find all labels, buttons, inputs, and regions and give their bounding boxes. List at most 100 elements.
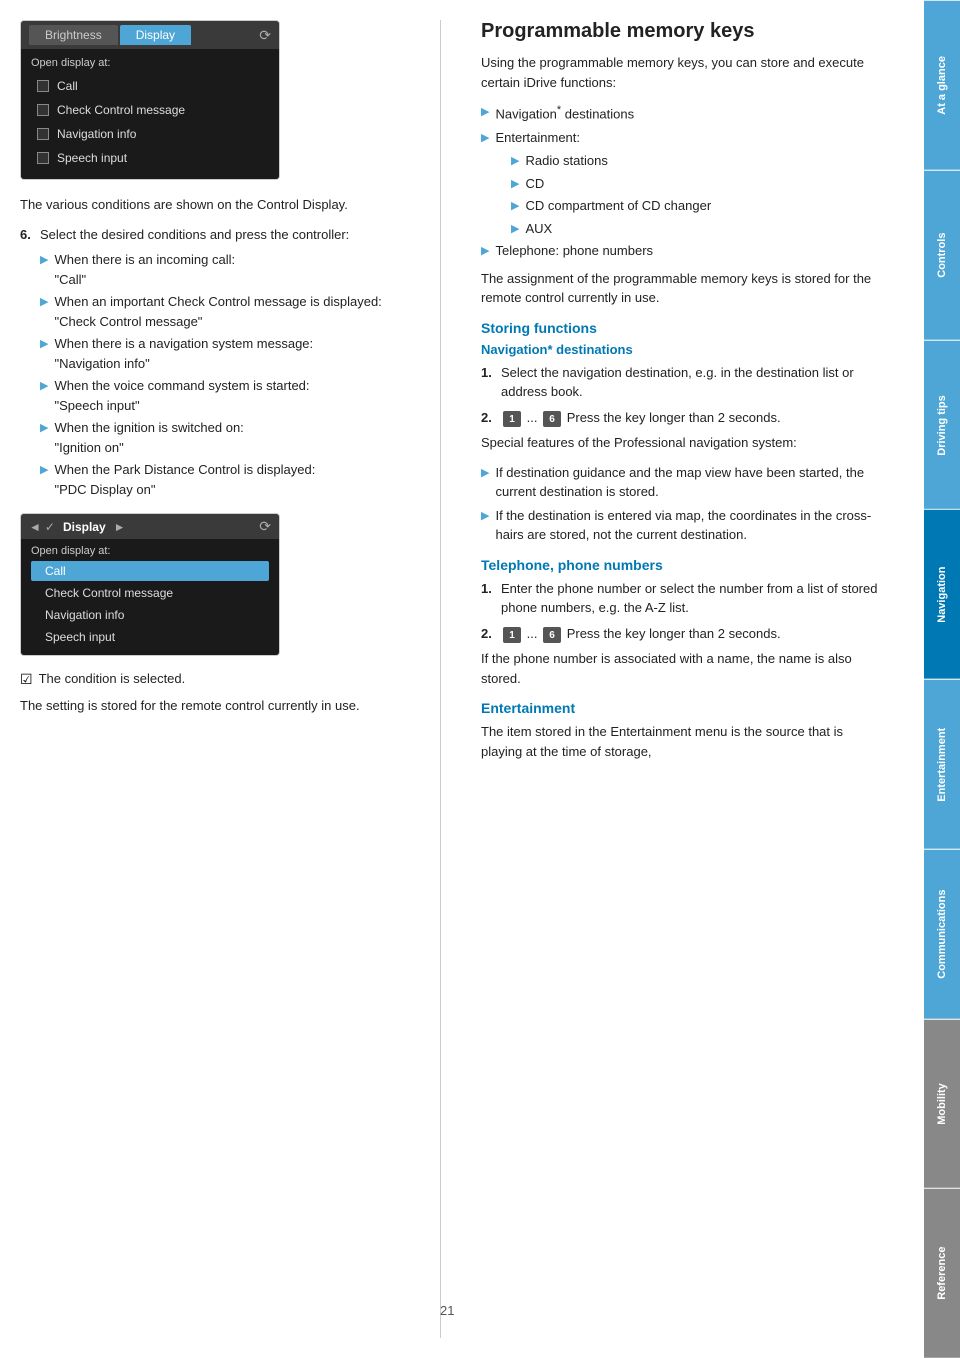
assignment-note: The assignment of the programmable memor… [481,269,884,308]
para-conditions: The various conditions are shown on the … [20,195,410,215]
arrow-call: ▶ [40,252,48,289]
tab-at-a-glance[interactable]: At a glance [924,0,960,170]
nav-arrow-left[interactable]: ◄ [29,520,41,534]
arrow-cd: ▶ [511,176,519,194]
bullet-call-text: When there is an incoming call:"Call" [54,250,235,289]
storing-functions-title: Storing functions [481,320,884,336]
key-badge-tel-6: 6 [543,627,561,643]
checkmark-symbol: ☑ [20,671,33,688]
tab-reference[interactable]: Reference [924,1188,960,1358]
nav-step2-text: Press the key longer than 2 seconds. [567,410,781,425]
tel-step2: 2. 1 ... 6 Press the key longer than 2 s… [481,624,884,644]
screen1-item-call[interactable]: Call [31,75,269,97]
screen1-item-speech-text: Speech input [57,151,127,165]
tab-communications[interactable]: Communications [924,849,960,1019]
tel-step1: 1. Enter the phone number or select the … [481,579,884,618]
screen1-item-speech[interactable]: Speech input [31,147,269,169]
nav-step2-num: 2. [481,408,495,428]
screen1-body: Open display at: Call Check Control mess… [21,49,279,179]
func-cd: ▶ CD [481,174,884,194]
bullet-pdc-text: When the Park Distance Control is displa… [54,460,315,499]
func-telephone: ▶ Telephone: phone numbers [481,241,884,261]
func-navigation-text: Navigation* destinations [495,102,634,124]
checkbox-nav[interactable] [37,128,49,140]
arrow-ignition: ▶ [40,420,48,457]
tel-step1-num: 1. [481,579,495,618]
screen2-label: Open display at: [31,545,269,557]
screen1-item-check-text: Check Control message [57,103,185,117]
side-tabs: At a glance Controls Driving tips Naviga… [924,0,960,1358]
key-badge-6: 6 [543,411,561,427]
screen2-icon-right: ⟳ [259,518,271,535]
tab-controls[interactable]: Controls [924,170,960,340]
func-cd-changer-text: CD compartment of CD changer [525,196,711,216]
screen2-call-text: Call [45,564,66,578]
para-setting-stored: The setting is stored for the remote con… [20,696,410,716]
screen1-header: Brightness Display ⟳ [21,21,279,49]
checkmark-note: ☑ The condition is selected. [20,671,410,688]
arrow-radio: ▶ [511,153,519,171]
func-telephone-text: Telephone: phone numbers [495,241,653,261]
screen2-item-check[interactable]: Check Control message [31,583,269,603]
arrow-entertainment: ▶ [481,130,489,148]
device-screen-2: ◄ ✓ Display ► ⟳ Open display at: Call Ch… [20,513,280,656]
nav-destinations-title: Navigation* destinations [481,342,884,357]
intro-text: Using the programmable memory keys, you … [481,53,884,92]
tab-mobility[interactable]: Mobility [924,1019,960,1189]
screen2-title: Display [63,520,106,534]
bullet-navsys: ▶ When there is a navigation system mess… [20,334,410,373]
tab-display[interactable]: Display [120,25,191,45]
screen1-item-nav[interactable]: Navigation info [31,123,269,145]
screen2-body: Open display at: Call Check Control mess… [21,539,279,655]
screen1-item-check[interactable]: Check Control message [31,99,269,121]
arrow-special-1: ▶ [481,465,489,502]
special-label: Special features of the Professional nav… [481,433,884,453]
checkmark-display-icon: ✓ [45,520,55,534]
arrow-voice: ▶ [40,378,48,415]
key-badge-tel-1: 1 [503,627,521,643]
screen2-item-call[interactable]: Call [31,561,269,581]
bullet-checkcontrol: ▶ When an important Check Control messag… [20,292,410,331]
bullet-checkcontrol-text: When an important Check Control message … [54,292,381,331]
step6: 6. Select the desired conditions and pre… [20,225,410,245]
nav-step1-text: Select the navigation destination, e.g. … [501,363,884,402]
func-aux-text: AUX [525,219,552,239]
tab-entertainment[interactable]: Entertainment [924,679,960,849]
checkbox-call[interactable] [37,80,49,92]
screen1-item-call-text: Call [57,79,78,93]
device-screen-1: Brightness Display ⟳ Open display at: Ca… [20,20,280,180]
screen2-check-text: Check Control message [45,586,173,600]
arrow-checkcontrol: ▶ [40,294,48,331]
bullet-navsys-text: When there is a navigation system messag… [54,334,313,373]
bullet-voice-text: When the voice command system is started… [54,376,309,415]
func-radio: ▶ Radio stations [481,151,884,171]
special-bullet-2: ▶ If the destination is entered via map,… [481,506,884,545]
func-entertainment: ▶ Entertainment: [481,128,884,148]
page-title: Programmable memory keys [481,20,884,43]
nav-step1-num: 1. [481,363,495,402]
nav-step1: 1. Select the navigation destination, e.… [481,363,884,402]
bullet-ignition-text: When the ignition is switched on:"Igniti… [54,418,243,457]
special-bullet-1-text: If destination guidance and the map view… [495,463,884,502]
tel-step2-num: 2. [481,624,495,644]
screen2-header: ◄ ✓ Display ► ⟳ [21,514,279,539]
entertainment-text: The item stored in the Entertainment men… [481,722,884,761]
func-radio-text: Radio stations [525,151,607,171]
tab-brightness[interactable]: Brightness [29,25,118,45]
arrow-pdc: ▶ [40,462,48,499]
telephone-title: Telephone, phone numbers [481,557,884,573]
nav-arrow-right[interactable]: ► [114,520,126,534]
left-column: Brightness Display ⟳ Open display at: Ca… [20,20,410,1338]
arrow-navigation: ▶ [481,104,489,124]
step6-num: 6. [20,225,34,245]
tel-step2-text: Press the key longer than 2 seconds. [567,626,781,641]
checkbox-check[interactable] [37,104,49,116]
checkbox-speech[interactable] [37,152,49,164]
bullet-pdc: ▶ When the Park Distance Control is disp… [20,460,410,499]
screen2-item-speech[interactable]: Speech input [31,627,269,647]
special-bullet-1: ▶ If destination guidance and the map vi… [481,463,884,502]
screen1-label: Open display at: [31,57,269,69]
tab-driving-tips[interactable]: Driving tips [924,340,960,510]
screen2-item-nav[interactable]: Navigation info [31,605,269,625]
tab-navigation[interactable]: Navigation [924,509,960,679]
